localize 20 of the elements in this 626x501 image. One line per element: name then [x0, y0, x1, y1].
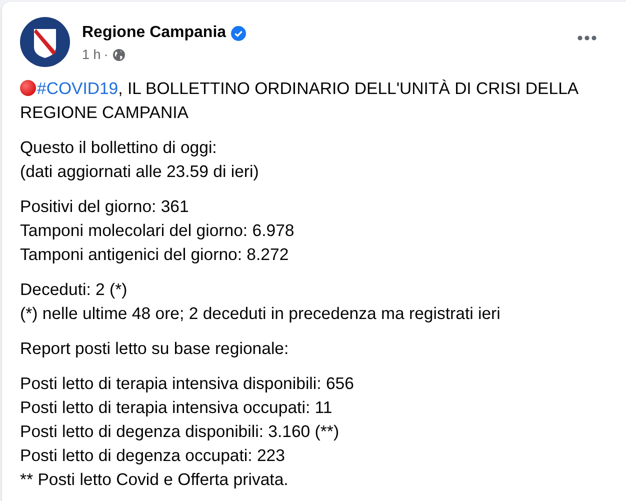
- post-text-line: Questo il bollettino di oggi:: [20, 137, 218, 159]
- post-text-line: Report posti letto su base regionale:: [20, 338, 290, 360]
- post-text-line: Posti letto di terapia intensiva disponibili: 656: [20, 373, 355, 395]
- avatar[interactable]: [20, 17, 70, 67]
- post-headline: #COVID19, IL BOLLETTINO ORDINARIO DELL'UNITÀ DI CRISI DELLA REGIONE CAMPANIA: [20, 78, 580, 124]
- post-text-line: Deceduti: 2 (*): [20, 279, 128, 301]
- post-text-line: Posti letto di degenza disponibili: 3.160 (**): [20, 421, 340, 443]
- post-text-line: Tamponi molecolari del giorno: 6.978: [20, 220, 296, 242]
- post-text-line: (*) nelle ultime 48 ore; 2 deceduti in precedenza ma registrati ieri: [20, 303, 502, 325]
- hashtag-link[interactable]: #COVID19: [37, 79, 118, 98]
- post-text-line: Posti letto di terapia intensiva occupati: 11: [20, 397, 334, 419]
- post-time[interactable]: 1 h: [82, 47, 101, 62]
- author-name[interactable]: Regione Campania: [82, 24, 226, 42]
- post-text-line: (dati aggiornati alle 23.59 di ieri): [20, 161, 260, 183]
- globe-icon: [113, 48, 126, 60]
- post-text-line: ** Posti letto Covid e Offerta privata.: [20, 469, 290, 491]
- post-text-line: Positivi del giorno: 361: [20, 196, 190, 218]
- separator-dot: ·: [104, 47, 108, 62]
- post-text-line: Posti letto di degenza occupati: 223: [20, 445, 286, 467]
- post-text-line: Tamponi antigenici del giorno: 8.272: [20, 244, 290, 266]
